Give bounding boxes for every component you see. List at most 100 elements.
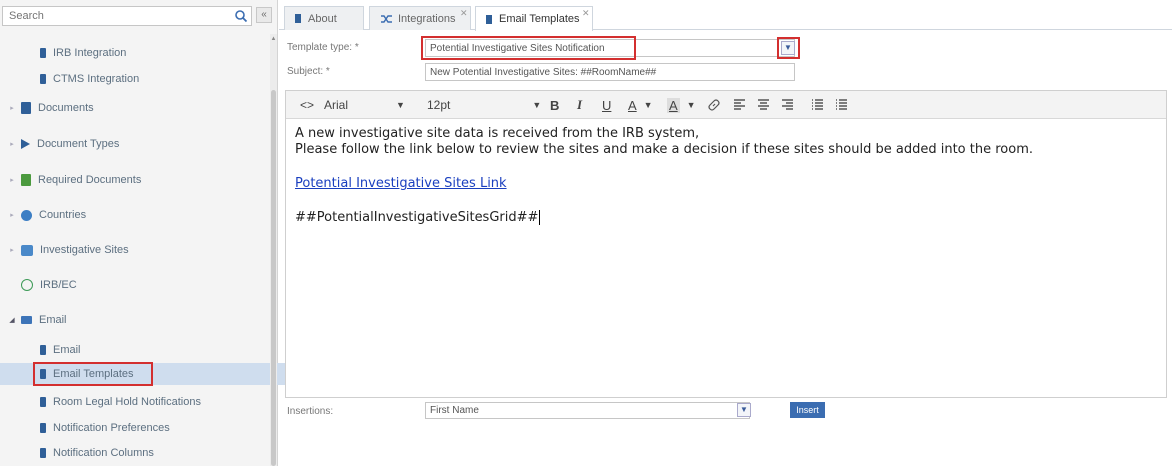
highlight-box-template-type [421,36,636,60]
document-icon [486,14,492,24]
tab-about[interactable]: About [284,6,364,30]
sidebar-item-email[interactable]: Email [0,339,308,361]
font-family-value: Arial [324,98,349,112]
tab-label: Integrations [398,12,456,25]
sidebar-item-irb-ec[interactable]: IRB/EC [0,274,289,296]
subject-value: New Potential Investigative Sites: ##Roo… [430,66,657,78]
document-icon [40,423,46,433]
sidebar-item-label: Document Types [37,138,120,150]
chevron-down-icon: ▼ [643,100,653,110]
document-icon [21,102,31,114]
align-left-icon [734,99,745,110]
sidebar-item-email-group[interactable]: ◢ Email [0,309,276,331]
align-left-button[interactable] [733,91,746,119]
align-right-icon [782,99,793,110]
align-right-button[interactable] [781,91,794,119]
insertions-label: Insertions: [287,406,334,417]
sidebar-item-ctms-integration[interactable]: CTMS Integration [0,68,308,90]
chevron-down-icon: ▼ [396,100,405,110]
sidebar-item-label: Notification Columns [53,447,154,459]
document-icon [40,345,46,355]
align-center-icon [758,99,769,110]
document-icon [40,48,46,58]
collapse-arrow-icon[interactable]: ◢ [8,316,16,324]
highlight-box-email-templates [33,362,153,386]
template-type-label: Template type: * [287,42,359,53]
search-input[interactable] [3,7,247,25]
close-tab-icon[interactable]: ✕ [582,8,590,19]
mail-icon [21,316,32,324]
expand-arrow-icon[interactable]: ▸ [8,104,16,112]
sidebar-item-countries[interactable]: ▸ Countries [0,204,276,226]
bullet-list-button[interactable] [811,91,824,119]
expand-arrow-icon[interactable]: ▸ [8,211,16,219]
insertions-select[interactable]: First Name [425,402,750,419]
sidebar-item-label: Documents [38,102,94,114]
sidebar-item-room-legal-hold[interactable]: Room Legal Hold Notifications [0,391,308,413]
required-document-icon [21,174,31,186]
numbered-list-button[interactable] [835,91,848,119]
bullet-list-icon [812,99,823,110]
shuffle-icon [381,14,392,23]
source-code-button[interactable]: <> [300,91,314,119]
document-icon [40,74,46,84]
subject-label: Subject: * [287,66,330,77]
expand-arrow-icon[interactable]: ▸ [8,176,16,184]
insert-button[interactable]: Insert [790,402,825,418]
sidebar-item-label: Room Legal Hold Notifications [53,396,201,408]
document-icon [295,14,301,23]
highlight-color-icon: A [667,97,680,113]
body-line-2: Please follow the link below to review t… [295,142,1033,157]
sites-icon [21,244,33,256]
subject-input[interactable]: New Potential Investigative Sites: ##Roo… [425,63,795,81]
scroll-up-arrow-icon[interactable]: ▲ [270,34,277,44]
align-center-button[interactable] [757,91,770,119]
sidebar-item-notification-preferences[interactable]: Notification Preferences [0,417,308,439]
link-icon [708,99,720,111]
grid-token: ##PotentialInvestigativeSitesGrid## [295,210,541,225]
search-box [2,6,252,26]
tab-integrations[interactable]: Integrations ✕ [369,6,471,30]
expand-arrow-icon[interactable]: ▸ [8,246,16,254]
italic-button[interactable]: I [577,91,582,119]
font-family-select[interactable]: Arial ▼ [324,91,405,119]
potential-sites-link[interactable]: Potential Investigative Sites Link [295,176,507,191]
numbered-list-icon [836,99,847,110]
sidebar-item-label: Required Documents [38,174,142,186]
tab-label: Email Templates [499,13,580,25]
sidebar-item-required-documents[interactable]: ▸ Required Documents [0,169,276,191]
sidebar-scrollbar-thumb[interactable] [271,90,276,466]
bold-button[interactable]: B [550,91,559,119]
globe-icon [21,209,32,221]
tab-label: About [308,12,337,25]
sidebar-item-document-types[interactable]: ▸ Document Types [0,133,276,155]
highlight-color-button[interactable]: A ▼ [667,91,696,119]
document-icon [40,448,46,458]
sidebar-item-label: Investigative Sites [40,244,129,256]
close-tab-icon[interactable]: ✕ [460,8,468,19]
sidebar-item-label: IRB Integration [53,47,127,59]
sidebar-item-investigative-sites[interactable]: ▸ Investigative Sites [0,239,276,261]
editor-content[interactable]: A new investigative site data is receive… [295,126,1155,226]
sidebar-item-label: Notification Preferences [53,422,170,434]
editor-toolbar: <> Arial ▼ 12pt ▼ B I U A ▼ A ▼ [286,91,1166,119]
insertions-value: First Name [430,405,479,416]
sidebar-item-label: Countries [39,209,87,221]
sidebar-item-label: IRB/EC [40,279,77,291]
chevron-down-icon: ▼ [532,100,542,110]
expand-arrow-icon[interactable]: ▸ [8,140,16,148]
link-button[interactable] [707,91,721,119]
sidebar-item-documents[interactable]: ▸ Documents [0,97,276,119]
font-color-button[interactable]: A ▼ [628,91,653,119]
collapse-sidebar-button[interactable]: « [256,7,272,23]
highlight-box-dropdown [777,37,800,59]
body-line-1: A new investigative site data is receive… [295,126,700,141]
tab-email-templates[interactable]: Email Templates ✕ [475,6,593,31]
sidebar-item-notification-columns[interactable]: Notification Columns [0,442,308,464]
font-size-select[interactable]: 12pt ▼ [427,91,541,119]
chevron-down-icon[interactable]: ▼ [737,403,751,417]
font-size-value: 12pt [427,98,451,112]
sidebar-item-irb-integration[interactable]: IRB Integration [0,42,308,64]
underline-button[interactable]: U [602,91,611,119]
search-icon[interactable] [234,9,248,23]
